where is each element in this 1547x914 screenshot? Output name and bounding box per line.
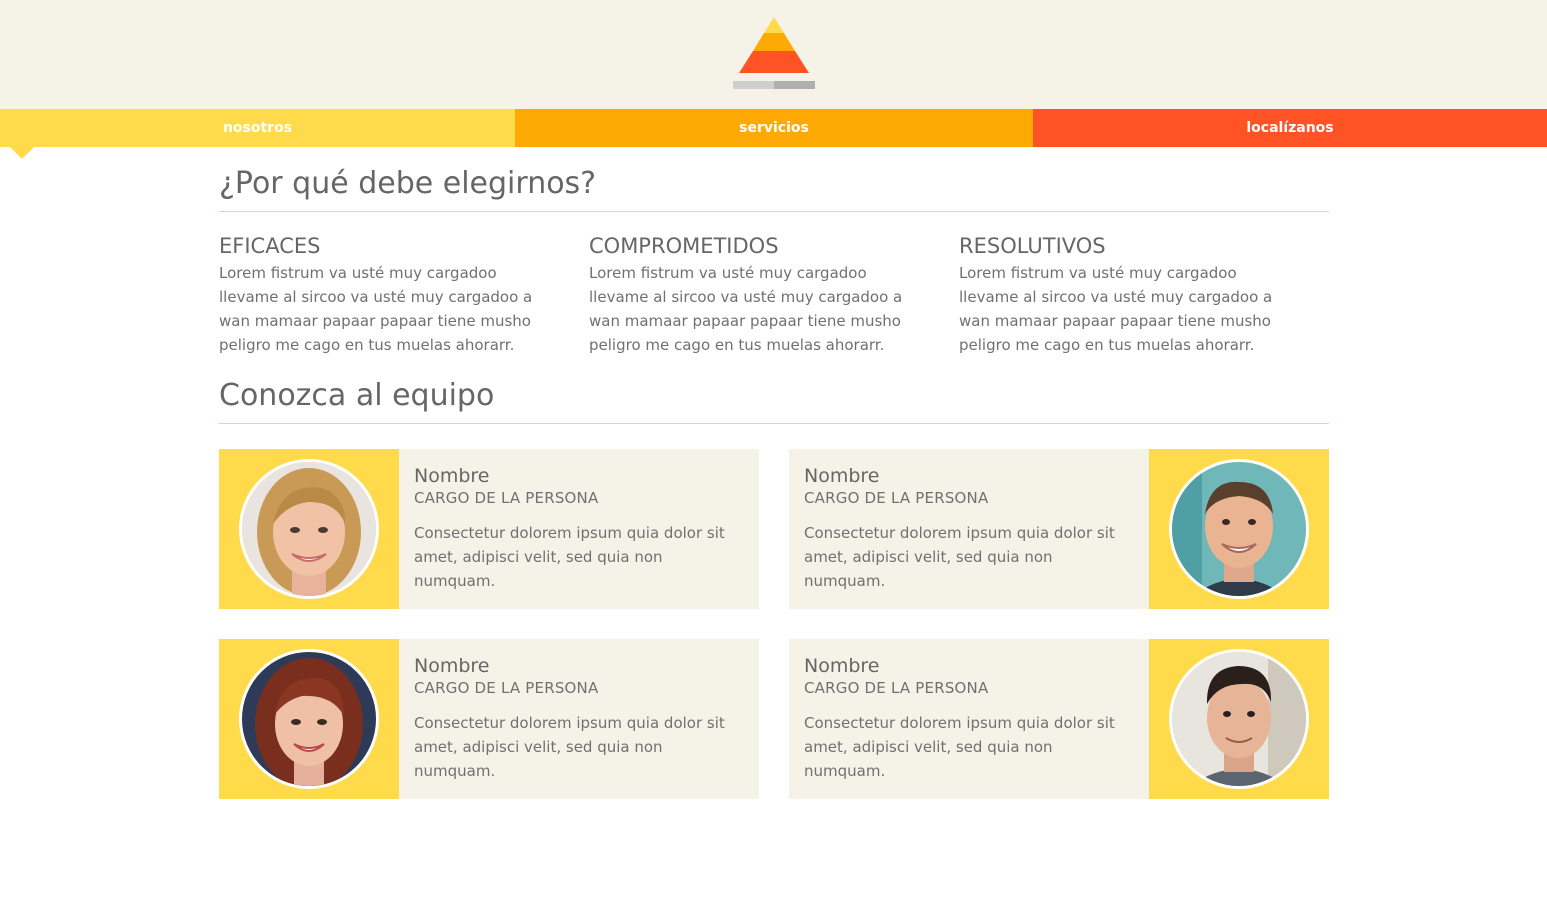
team-section-title: Conozca al equipo [219,378,495,413]
feature-item: COMPROMETIDOS Lorem fistrum va usté muy … [589,233,959,357]
feature-text: Lorem fistrum va usté muy cargadoo lleva… [589,264,903,354]
feature-text: Lorem fistrum va usté muy cargadoo lleva… [219,264,533,354]
pyramid-logo-icon[interactable] [733,17,815,91]
team-member-card: Nombre CARGO DE LA PERSONA Consectetur d… [789,449,1329,609]
feature-item: EFICACES Lorem fistrum va usté muy carga… [219,233,589,357]
nav-item-label: nosotros [222,120,293,136]
member-description: Consectetur dolorem ipsum quia dolor sit… [414,524,725,590]
member-info: Nombre CARGO DE LA PERSONA Consectetur d… [789,449,1149,609]
member-description: Consectetur dolorem ipsum quia dolor sit… [804,524,1115,590]
nav-item-localizanos[interactable]: localízanos [1033,109,1547,147]
member-photo-frame [1149,639,1329,799]
feature-item: RESOLUTIVOS Lorem fistrum va usté muy ca… [959,233,1329,357]
feature-title: EFICACES [219,234,321,258]
avatar [239,649,379,789]
member-role: CARGO DE LA PERSONA [804,679,989,697]
features-list: EFICACES Lorem fistrum va usté muy carga… [219,233,1329,357]
feature-title: COMPROMETIDOS [589,234,779,258]
nav-item-nosotros[interactable]: nosotros [0,109,515,159]
member-name: Nombre [804,465,880,487]
avatar [1169,649,1309,789]
member-description: Consectetur dolorem ipsum quia dolor sit… [414,714,725,780]
member-photo-frame [1149,449,1329,609]
active-indicator-arrow-icon [10,147,34,159]
main-nav: nosotros servicios localízanos [0,109,1547,159]
nav-item-label: localízanos [1246,120,1334,136]
team-member-card: Nombre CARGO DE LA PERSONA Consectetur d… [789,639,1329,799]
team-member-card: Nombre CARGO DE LA PERSONA Consectetur d… [219,639,759,799]
section-divider [219,423,1329,424]
team-member-card: Nombre CARGO DE LA PERSONA Consectetur d… [219,449,759,609]
member-name: Nombre [804,655,880,677]
why-section-title: ¿Por qué debe elegirnos? [219,166,597,201]
section-divider [219,211,1329,212]
avatar [239,459,379,599]
member-role: CARGO DE LA PERSONA [414,679,599,697]
site-header [0,0,1547,109]
member-info: Nombre CARGO DE LA PERSONA Consectetur d… [399,449,759,609]
member-info: Nombre CARGO DE LA PERSONA Consectetur d… [789,639,1149,799]
feature-title: RESOLUTIVOS [959,234,1106,258]
member-name: Nombre [414,465,490,487]
member-description: Consectetur dolorem ipsum quia dolor sit… [804,714,1115,780]
feature-text: Lorem fistrum va usté muy cargadoo lleva… [959,264,1273,354]
nav-item-label: servicios [739,120,809,136]
member-role: CARGO DE LA PERSONA [414,489,599,507]
avatar [1169,459,1309,599]
nav-item-servicios[interactable]: servicios [515,109,1033,147]
member-photo-frame [219,639,399,799]
member-info: Nombre CARGO DE LA PERSONA Consectetur d… [399,639,759,799]
member-photo-frame [219,449,399,609]
member-role: CARGO DE LA PERSONA [804,489,989,507]
member-name: Nombre [414,655,490,677]
